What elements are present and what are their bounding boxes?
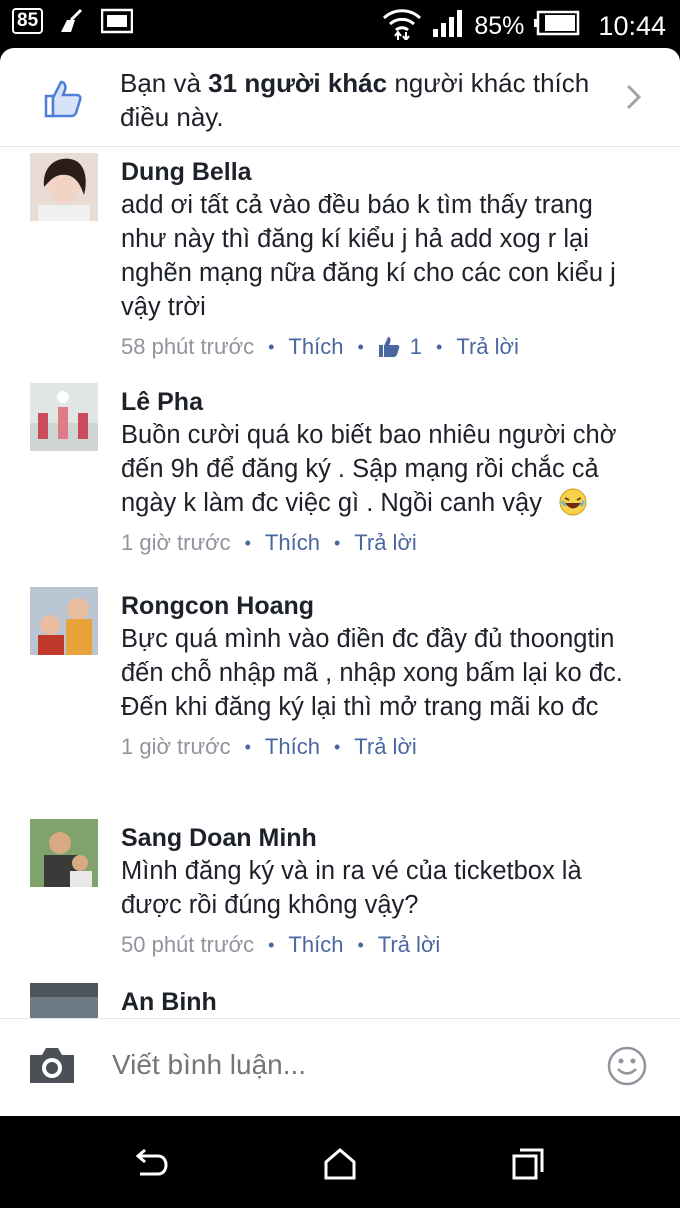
comment-text: add ơi tất cả vào đều báo k tìm thấy tra… xyxy=(121,191,616,321)
likes-prefix: Bạn và xyxy=(120,68,209,98)
like-button[interactable]: Thích xyxy=(265,732,320,762)
avatar[interactable] xyxy=(30,153,98,221)
notification-badge: 85 xyxy=(12,8,44,34)
reply-button[interactable]: Trả lời xyxy=(354,528,417,558)
comment-author[interactable]: Sang Doan Minh xyxy=(121,822,641,854)
comment-body: An Binh xyxy=(121,983,641,1018)
comment-meta: 50 phút trước • Thích • Trả lời xyxy=(121,930,641,960)
comment-input[interactable] xyxy=(112,1049,572,1081)
avatar[interactable] xyxy=(30,983,98,1018)
comment-composer xyxy=(0,1018,680,1116)
like-count-value: 1 xyxy=(409,334,423,359)
battery-icon xyxy=(534,10,580,43)
separator: • xyxy=(436,337,443,357)
separator: • xyxy=(333,737,341,757)
separator: • xyxy=(268,935,275,955)
camera-icon[interactable] xyxy=(28,1045,76,1085)
separator: • xyxy=(357,935,364,955)
back-icon[interactable] xyxy=(130,1144,170,1184)
avatar[interactable] xyxy=(30,383,98,451)
comment-body: Dung Bella add ơi tất cả vào đều báo k t… xyxy=(121,153,641,362)
comment-meta: 58 phút trước • Thích • 1 • Trả lời xyxy=(121,332,641,362)
separator: • xyxy=(333,533,341,553)
comment-author[interactable]: An Binh xyxy=(121,986,641,1018)
likes-text: Bạn và 31 người khác người khác thích đi… xyxy=(120,66,600,134)
comment-text: Mình đăng ký và in ra vé của ticketbox l… xyxy=(121,857,582,919)
thumbs-up-icon xyxy=(378,337,400,357)
system-nav-bar xyxy=(0,1116,680,1208)
avatar[interactable] xyxy=(30,587,98,655)
thumbs-up-icon xyxy=(42,78,84,120)
comment-time: 58 phút trước xyxy=(121,334,255,359)
chevron-right-icon[interactable] xyxy=(618,82,648,112)
status-right: 85% 10:44 xyxy=(382,6,666,47)
comment-meta: 1 giờ trước • Thích • Trả lời xyxy=(121,528,641,558)
comment-time: 50 phút trước xyxy=(121,932,255,957)
laughing-emoji-icon xyxy=(559,488,587,516)
smiley-icon[interactable] xyxy=(606,1045,648,1087)
like-button[interactable]: Thích xyxy=(288,332,343,362)
signal-icon xyxy=(432,9,464,44)
like-button[interactable]: Thích xyxy=(265,528,320,558)
wifi-icon xyxy=(382,6,422,47)
comment-text-wrap: Buồn cười quá ko biết bao nhiêu người ch… xyxy=(121,418,641,520)
comment-body: Lê Pha Buồn cười quá ko biết bao nhiêu n… xyxy=(121,383,641,558)
comment-author[interactable]: Dung Bella xyxy=(121,156,641,188)
avatar[interactable] xyxy=(30,819,98,887)
separator: • xyxy=(244,737,251,757)
reply-button[interactable]: Trả lời xyxy=(354,732,417,762)
like-count[interactable]: 1 xyxy=(378,332,422,362)
comment-author[interactable]: Rongcon Hoang xyxy=(121,590,641,622)
comment-meta: 1 giờ trước • Thích • Trả lời xyxy=(121,732,641,762)
comments-sheet: Bạn và 31 người khác người khác thích đi… xyxy=(0,48,680,1116)
comment-time: 1 giờ trước xyxy=(121,734,231,759)
comment-author[interactable]: Lê Pha xyxy=(121,386,641,418)
home-icon[interactable] xyxy=(320,1144,360,1184)
image-notification-icon xyxy=(100,8,134,34)
battery-percent: 85% xyxy=(474,12,525,40)
comment-text: Bực quá mình vào điền đc đầy đủ thoongti… xyxy=(121,625,623,721)
status-bar: 85 85% 10:44 xyxy=(0,0,680,48)
cleaner-icon xyxy=(57,8,87,34)
reply-button[interactable]: Trả lời xyxy=(456,332,519,362)
comment-text: Buồn cười quá ko biết bao nhiêu người ch… xyxy=(121,421,617,517)
clock: 10:44 xyxy=(598,11,666,41)
reply-button[interactable]: Trả lời xyxy=(378,930,441,960)
separator: • xyxy=(268,337,275,357)
separator: • xyxy=(357,337,364,357)
separator: • xyxy=(244,533,251,553)
like-button[interactable]: Thích xyxy=(288,930,343,960)
recents-icon[interactable] xyxy=(508,1144,548,1184)
comment-body: Rongcon Hoang Bực quá mình vào điền đc đ… xyxy=(121,587,641,762)
likes-summary[interactable]: Bạn và 31 người khác người khác thích đi… xyxy=(0,48,680,147)
status-left: 85 xyxy=(12,8,134,34)
likes-count: 31 người khác xyxy=(208,68,388,98)
comment-body: Sang Doan Minh Mình đăng ký và in ra vé … xyxy=(121,819,641,960)
comment-time: 1 giờ trước xyxy=(121,530,231,555)
comment-list: Dung Bella add ơi tất cả vào đều báo k t… xyxy=(0,148,680,1018)
